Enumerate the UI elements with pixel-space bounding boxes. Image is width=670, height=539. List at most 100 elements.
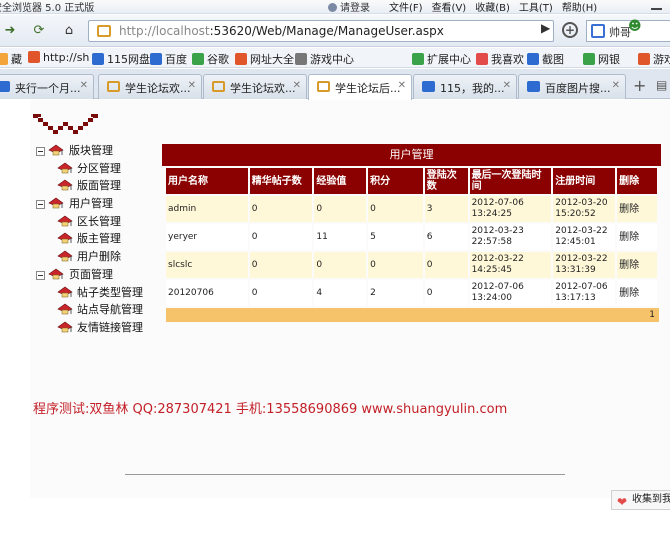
- page-content: 版块管理 分区管理 版面管理 用户管理 区长管理 版主管理 用户删除 页面管理 帖子类型管理 站点…: [0, 100, 670, 539]
- tab-label: 学生论坛后...: [335, 82, 401, 95]
- collapse-icon[interactable]: [36, 200, 45, 210]
- favorite-item[interactable]: 我喜欢: [476, 51, 524, 67]
- table-header-row: 用户名称 精华帖子数 经验值 积分 登陆次数 最后一次登陆时间 注册时间 删除: [166, 168, 657, 194]
- tab-list-icon[interactable]: ▤: [656, 78, 667, 92]
- browser-tab[interactable]: 学生论坛欢... ✕: [203, 74, 307, 99]
- favorite-item[interactable]: 截图: [527, 51, 564, 67]
- delete-link[interactable]: 删除: [617, 196, 657, 222]
- tab-bar: 百度图片搜... ✕ 115，我的... ✕ 学生论坛后... ✕ 学生论坛欢... ✕ 学生论…: [0, 69, 670, 100]
- table-cell: 5: [368, 224, 423, 250]
- table-cell: yeryer: [166, 224, 248, 250]
- tab-label: 115，我的...: [440, 82, 505, 95]
- home-icon[interactable]: ⌂: [58, 21, 80, 41]
- table-cell: 0: [368, 252, 423, 278]
- search-engine-icon: [591, 24, 605, 38]
- tree-label[interactable]: 页面管理: [69, 266, 113, 284]
- favorite-icon: [583, 53, 595, 65]
- close-tab-icon[interactable]: ✕: [293, 80, 301, 91]
- tree-label[interactable]: 用户删除: [77, 248, 121, 266]
- favorite-item[interactable]: 扩展中心: [412, 51, 471, 67]
- tab-favicon: [107, 81, 120, 92]
- mortarboard-icon: [48, 144, 64, 157]
- favorite-item[interactable]: 游戏: [638, 51, 670, 67]
- add-icon[interactable]: +: [562, 22, 578, 38]
- address-bar[interactable]: http://localhost:53620/Web/Manage/Manage…: [88, 20, 603, 42]
- forward-icon[interactable]: ➜: [0, 21, 20, 41]
- tree-label[interactable]: 分区管理: [77, 160, 121, 178]
- favorite-icon: [192, 53, 204, 65]
- mortarboard-icon: [48, 268, 64, 281]
- collapse-icon[interactable]: [36, 147, 45, 156]
- delete-link[interactable]: 删除: [617, 280, 657, 306]
- favorite-icon: [295, 53, 307, 65]
- page-number[interactable]: 1: [649, 310, 655, 320]
- tree-label[interactable]: 用户管理: [69, 195, 113, 213]
- tree-label[interactable]: 区长管理: [77, 213, 121, 231]
- menu-help[interactable]: 帮助(H): [562, 3, 597, 14]
- close-tab-icon[interactable]: ✕: [503, 80, 511, 91]
- menu-file[interactable]: 文件(F): [389, 3, 423, 14]
- pager: 1: [166, 308, 659, 322]
- tree-label[interactable]: 版块管理: [69, 142, 113, 160]
- footer-credit: 程序测试:双鱼林 QQ:287307421 手机:13558690869 www…: [33, 402, 508, 417]
- close-tab-icon[interactable]: ✕: [612, 80, 620, 91]
- table-cell: 6: [424, 224, 468, 250]
- column-header: 精华帖子数: [249, 168, 313, 194]
- favorite-item[interactable]: 网银: [583, 51, 620, 67]
- table-cell: 2012-07-06 13:17:13: [553, 280, 616, 306]
- refresh-icon[interactable]: ⟳: [28, 21, 50, 41]
- table-cell: 2012-03-22 12:45:01: [553, 224, 616, 250]
- favorite-item[interactable]: 藏: [0, 51, 22, 67]
- table-cell: 0: [368, 196, 423, 222]
- favorite-item[interactable]: 115网盘: [92, 51, 150, 67]
- browser-tab[interactable]: 学生论坛欢... ✕: [98, 74, 202, 99]
- site-icon: [97, 25, 111, 37]
- favorite-item[interactable]: 游戏中心: [295, 51, 354, 67]
- minimize-button[interactable]: [648, 1, 666, 12]
- navigation-bar: ➜ ⟳ ⌂ http://localhost:53620/Web/Manage/…: [0, 15, 670, 47]
- delete-link[interactable]: 删除: [617, 224, 657, 250]
- favorite-item[interactable]: 网址大全: [235, 51, 294, 67]
- collapse-icon[interactable]: [36, 270, 45, 280]
- table-cell: 0: [249, 224, 313, 250]
- logo: [33, 114, 98, 134]
- column-header: 登陆次数: [424, 168, 468, 194]
- table-cell: 0: [314, 196, 367, 222]
- tree-label[interactable]: 版主管理: [77, 230, 121, 248]
- table-cell: 0: [249, 280, 313, 306]
- favorite-item[interactable]: 谷歌: [192, 51, 229, 67]
- tab-favicon: [317, 81, 330, 92]
- new-tab-icon[interactable]: +: [633, 76, 646, 95]
- login-link[interactable]: 请登录: [328, 0, 370, 14]
- close-tab-icon[interactable]: ✕: [80, 80, 88, 91]
- address-url[interactable]: http://localhost:53620/Web/Manage/Manage…: [119, 24, 444, 38]
- favorite-item[interactable]: 百度: [150, 51, 187, 67]
- browser-tab[interactable]: 夹行一个月... ✕: [0, 74, 94, 99]
- table-cell: 3: [424, 196, 468, 222]
- browser-tab[interactable]: 百度图片搜... ✕: [518, 74, 626, 99]
- go-icon[interactable]: ▶: [541, 21, 550, 35]
- table-cell: 0: [249, 196, 313, 222]
- users-table: 用户名称 精华帖子数 经验值 积分 登陆次数 最后一次登陆时间 注册时间 删除 admin 0 0…: [164, 166, 659, 308]
- close-tab-icon[interactable]: ✕: [398, 80, 406, 91]
- browser-tab[interactable]: 115，我的... ✕: [413, 74, 517, 99]
- table-row: yeryer 0 11 5 6 2012-03-23 22:57:58 2012-03-22…: [166, 224, 657, 250]
- favorite-item[interactable]: http://sh: [28, 51, 89, 64]
- close-tab-icon[interactable]: ✕: [188, 80, 196, 91]
- browser-tab[interactable]: 学生论坛后... ✕: [308, 74, 412, 100]
- panel-title: 用户管理: [162, 144, 661, 166]
- menu-view[interactable]: 查看(V): [432, 3, 467, 14]
- menu-tools[interactable]: 工具(T): [519, 3, 553, 14]
- menu-favorites[interactable]: 收藏(B): [475, 3, 510, 14]
- window-title: 安全浏览器 5.0 正式版: [0, 3, 95, 14]
- favorite-icon: [150, 53, 162, 65]
- column-header: 用户名称: [166, 168, 248, 194]
- collect-button[interactable]: ❤ 收集到我: [611, 490, 670, 510]
- tree-label[interactable]: 友情链接管理: [77, 319, 143, 337]
- mortarboard-icon: [57, 303, 73, 316]
- tree-label[interactable]: 站点导航管理: [77, 301, 143, 319]
- tree-label[interactable]: 版面管理: [77, 177, 121, 195]
- profile-icon[interactable]: ☻: [628, 19, 642, 34]
- tree-label[interactable]: 帖子类型管理: [77, 284, 143, 302]
- delete-link[interactable]: 删除: [617, 252, 657, 278]
